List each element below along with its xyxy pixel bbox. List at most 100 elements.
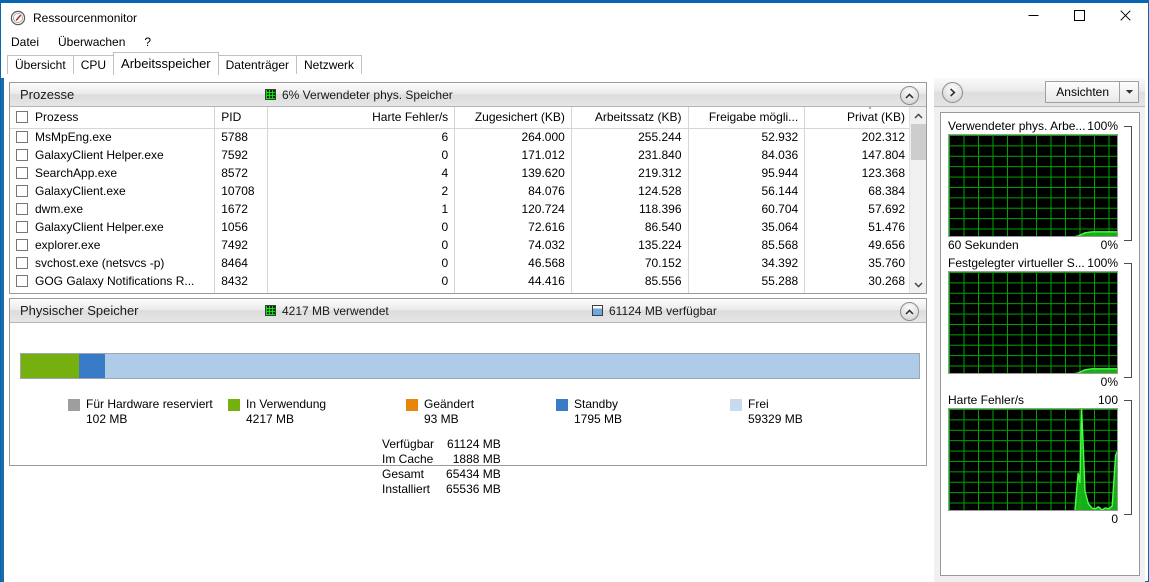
table-row[interactable]: dwm.exe 1672 1 120.724 118.396 60.704 57.692	[10, 200, 912, 218]
table-row[interactable]: GalaxyClient Helper.exe 7592 0 171.012 231.8…	[10, 146, 912, 164]
left-pane: Prozesse 6% Verwendeter phys. Speicher P…	[1, 78, 933, 582]
table-row[interactable]: perfmon.exe 3306128.27242.07217.28026.692	[10, 290, 912, 293]
row-checkbox[interactable]	[16, 203, 28, 215]
graph-scale-bracket	[1124, 126, 1132, 241]
cell-process-name: SearchApp.exe	[10, 164, 216, 182]
row-checkbox[interactable]	[16, 131, 28, 144]
cell-working-set: 124.528	[571, 182, 689, 200]
cell-private: 147.804	[861, 148, 905, 162]
column-header-privat[interactable]: ˅ Privat (KB)	[804, 107, 912, 129]
chevron-down-icon[interactable]	[1119, 82, 1138, 102]
row-checkbox[interactable]	[16, 275, 28, 287]
table-row[interactable]: GalaxyClient Helper.exe 1056 0 72.616 86.540…	[10, 218, 912, 236]
column-header-pid[interactable]: PID	[214, 107, 269, 129]
table-row[interactable]: MsMpEng.exe 5788 6 264.000 255.244 52.932 202.…	[10, 128, 912, 146]
memory-stat-value: 65536 MB	[446, 482, 501, 496]
table-row[interactable]: explorer.exe 7492 0 74.032 135.224 85.568 49.6…	[10, 236, 912, 254]
scroll-up-button[interactable]	[910, 107, 926, 124]
memory-bar-segment-in_use	[21, 354, 80, 378]
memory-summary-table: Verfügbar 61124 MB Im Cache 1888 MB Gesamt 65…	[382, 437, 501, 497]
legend-label: Frei	[748, 397, 769, 411]
views-dropdown[interactable]: Ansichten	[1045, 81, 1139, 103]
cell-pid: 8432	[214, 272, 269, 290]
cell-shareable: 55.288	[688, 272, 806, 290]
table-row[interactable]: GOG Galaxy Notifications R... 8432 0 44.416…	[10, 272, 912, 290]
chevron-right-circle-icon[interactable]	[942, 81, 963, 103]
legend-value: 102 MB	[86, 412, 128, 426]
tab-cpu[interactable]: CPU	[72, 55, 115, 75]
processes-collapse-button[interactable]	[900, 86, 919, 105]
cell-process-name: MsMpEng.exe	[10, 128, 216, 146]
legend-label: In Verwendung	[246, 397, 327, 411]
cell-private: 57.692	[868, 202, 905, 216]
memory-available-stat: 61124 MB verfügbar	[592, 304, 717, 318]
green-graph-swatch-icon	[265, 305, 276, 316]
column-header-arbeitssatz[interactable]: Arbeitssatz (KB)	[571, 107, 689, 129]
cell-process-name: svchost.exe (netsvcs -p)	[10, 254, 216, 272]
column-header-harte-fehler[interactable]: Harte Fehler/s	[267, 107, 456, 129]
cell-working-set: 42.072	[571, 290, 689, 293]
cell-shareable: 95.944	[688, 164, 806, 182]
content-area: Prozesse 6% Verwendeter phys. Speicher P…	[1, 78, 1148, 582]
cell-pid: 8572	[214, 164, 269, 182]
processes-panel-header[interactable]: Prozesse 6% Verwendeter phys. Speicher	[10, 83, 926, 107]
processes-table-scrollbar[interactable]	[909, 107, 926, 293]
menu-item-datei[interactable]: Datei	[9, 34, 48, 50]
scrollbar-thumb[interactable]	[911, 124, 926, 160]
window-controls	[1010, 0, 1148, 30]
tab-uebersicht[interactable]: Übersicht	[7, 55, 74, 75]
row-checkbox[interactable]	[16, 149, 28, 161]
select-all-checkbox[interactable]	[16, 111, 28, 124]
legend-color-swatch	[228, 399, 240, 411]
cell-shareable: 84.036	[688, 146, 806, 164]
tab-datentraeger[interactable]: Datenträger	[217, 55, 298, 75]
legend-value: 93 MB	[424, 412, 459, 426]
cell-working-set: 118.396	[571, 200, 689, 218]
scroll-down-button[interactable]	[910, 276, 926, 293]
close-button[interactable]	[1102, 0, 1148, 30]
physical-memory-panel-header[interactable]: Physischer Speicher 4217 MB verwendet 61…	[10, 299, 926, 323]
cell-committed: 74.032	[454, 236, 572, 254]
cell-process-name: perfmon.exe	[10, 290, 216, 293]
cell-hard-faults: 0	[267, 218, 456, 236]
graph-min-label: 0	[1111, 512, 1118, 526]
table-row[interactable]: svchost.exe (netsvcs -p) 8464 0 46.568 70.15…	[10, 254, 912, 272]
column-header-freigabe-moeglich[interactable]: Freigabe mögli...	[688, 107, 806, 129]
tab-netzwerk[interactable]: Netzwerk	[296, 55, 363, 75]
cell-committed: 72.616	[454, 218, 572, 236]
cell-private: 30.268	[868, 274, 905, 288]
row-checkbox[interactable]	[16, 185, 28, 197]
maximize-button[interactable]	[1056, 0, 1102, 30]
table-row[interactable]: GalaxyClient.exe 10708 2 84.076 124.528 56.14…	[10, 182, 912, 200]
memory-stat-label: Gesamt	[382, 467, 425, 481]
tab-arbeitsspeicher[interactable]: Arbeitsspeicher	[113, 52, 219, 75]
cell-shareable: 60.704	[688, 200, 806, 218]
row-checkbox[interactable]	[16, 239, 28, 251]
cell-working-set: 231.840	[571, 146, 689, 164]
legend-color-swatch	[730, 399, 742, 411]
row-checkbox[interactable]	[16, 257, 28, 269]
graph-canvas	[948, 408, 1118, 511]
table-row[interactable]: SearchApp.exe 8572 4 139.620 219.312 95.944 12…	[10, 164, 912, 182]
cell-shareable: 52.932	[688, 128, 806, 146]
row-checkbox[interactable]	[16, 221, 28, 233]
graph-footer-row: 60 Sekunden 0%	[948, 237, 1132, 253]
cell-committed: 264.000	[454, 128, 572, 146]
column-header-zugesichert[interactable]: Zugesichert (KB)	[454, 107, 572, 129]
memory-legend-item: Standby 1795 MB	[556, 397, 622, 427]
row-checkbox[interactable]	[16, 167, 28, 179]
process-name-label: GOG Galaxy Notifications R...	[35, 274, 195, 288]
minimize-button[interactable]	[1010, 0, 1056, 30]
process-name-label: explorer.exe	[35, 238, 101, 252]
memory-legend-item: Frei 59329 MB	[730, 397, 803, 427]
menu-item-help[interactable]: ?	[142, 34, 160, 50]
cell-pid: 3306	[214, 290, 269, 293]
graph-title-row: Harte Fehler/s 100	[948, 392, 1132, 408]
column-header-prozess[interactable]: Prozess	[10, 107, 216, 129]
cell-private: 35.760	[868, 256, 905, 270]
process-name-label: perfmon.exe	[35, 292, 102, 293]
memory-stat-value: 1888 MB	[452, 452, 501, 466]
memory-collapse-button[interactable]	[900, 302, 919, 321]
menu-item-ueberwachen[interactable]: Überwachen	[56, 34, 134, 50]
memory-stat-row: Im Cache 1888 MB	[382, 452, 501, 467]
